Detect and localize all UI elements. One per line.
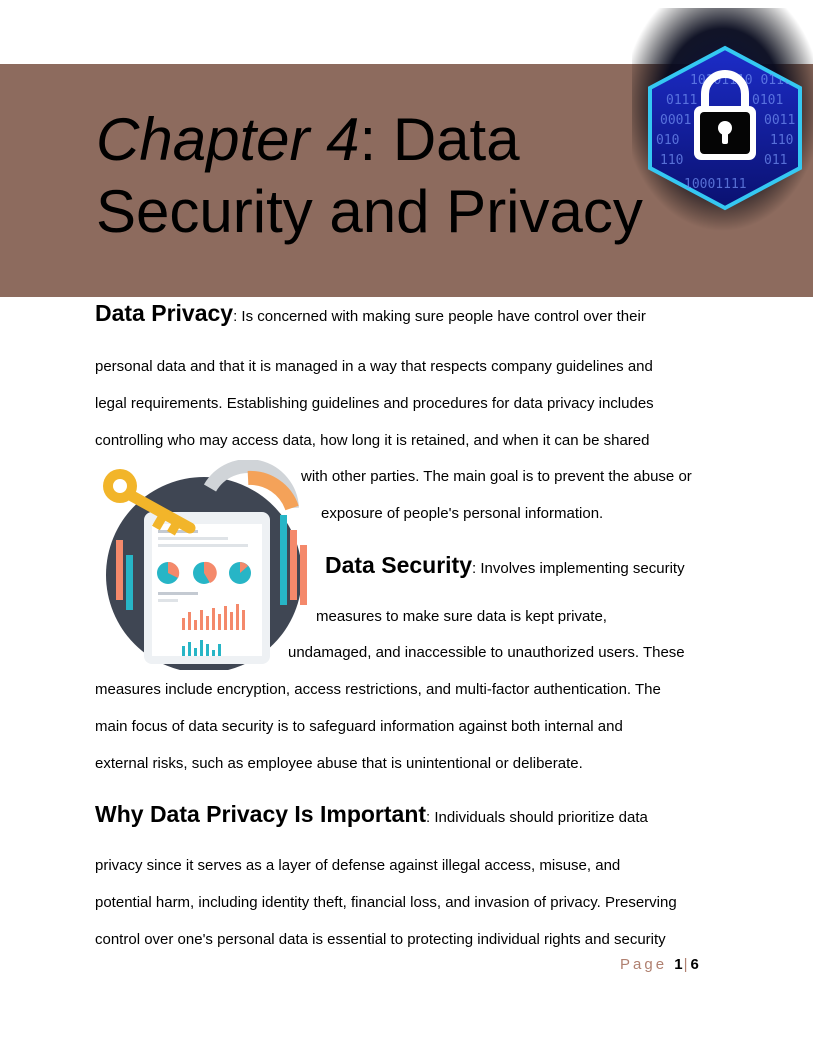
security-paragraph-line: measures include encryption, access rest… (95, 681, 661, 698)
why-privacy-important-heading: Why Data Privacy Is Important (95, 801, 427, 827)
page-number-footer: Page 1|6 (620, 956, 700, 974)
importance-paragraph-line: Why Data Privacy Is Important: Individua… (95, 801, 648, 827)
svg-text:010: 010 (656, 133, 679, 148)
security-paragraph-line: Data Security: Involves implementing sec… (325, 552, 685, 578)
svg-text:10001111: 10001111 (684, 177, 747, 192)
svg-text:0101: 0101 (752, 93, 783, 108)
privacy-paragraph-line: personal data and that it is managed in … (95, 358, 653, 375)
svg-text:110: 110 (770, 133, 793, 148)
svg-text:110: 110 (660, 153, 683, 168)
padlock-binary-hexagon-icon: 10101110 0110 0101 0001 1010 0011 010 11… (632, 8, 813, 238)
privacy-paragraph-line: controlling who may access data, how lon… (95, 432, 650, 449)
privacy-paragraph-line: Data Privacy: Is concerned with making s… (95, 300, 646, 326)
page-title: Chapter 4: Data Security and Privacy (96, 106, 643, 245)
security-paragraph-line: measures to make sure data is kept priva… (316, 608, 607, 625)
data-report-key-lock-icon (103, 460, 307, 670)
data-security-heading: Data Security (325, 552, 473, 578)
importance-paragraph-line: control over one's personal data is esse… (95, 931, 666, 948)
privacy-paragraph-line: legal requirements. Establishing guideli… (95, 395, 654, 412)
data-privacy-heading: Data Privacy (95, 300, 234, 326)
svg-text:011: 011 (764, 153, 787, 168)
importance-paragraph-line: privacy since it serves as a layer of de… (95, 857, 621, 874)
svg-text:0111: 0111 (666, 93, 697, 108)
svg-text:0001: 0001 (660, 113, 691, 128)
total-page-number: 6 (690, 956, 700, 973)
security-paragraph-line: undamaged, and inaccessible to unauthori… (288, 644, 685, 661)
page-word: Page (620, 956, 668, 973)
current-page-number: 1 (674, 956, 684, 973)
svg-text:0011: 0011 (764, 113, 795, 128)
importance-paragraph-line: potential harm, including identity theft… (95, 894, 677, 911)
privacy-paragraph-line: exposure of people's personal informatio… (321, 505, 604, 522)
security-paragraph-line: external risks, such as employee abuse t… (95, 755, 583, 772)
security-paragraph-line: main focus of data security is to safegu… (95, 718, 623, 735)
privacy-paragraph-line: with other parties. The main goal is to … (301, 468, 692, 485)
